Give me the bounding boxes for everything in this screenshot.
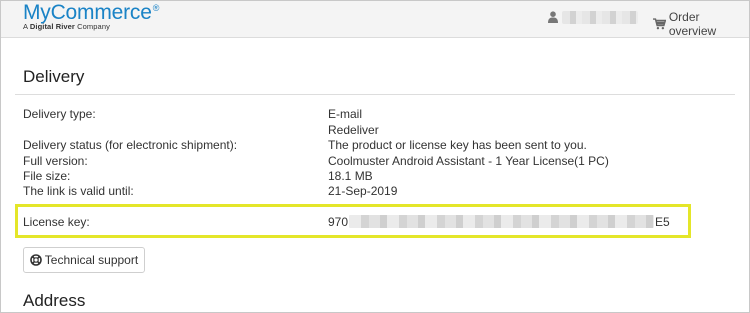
link-valid-label: The link is valid until:	[23, 184, 134, 198]
delivery-type-value: E-mail	[328, 107, 363, 121]
technical-support-label: Technical support	[44, 253, 139, 267]
license-key-suffix: E5	[655, 215, 670, 229]
user-name-redacted: redacted	[562, 10, 638, 24]
license-key-prefix: 970	[328, 215, 349, 229]
top-header: MyCommerce® A Digital River Company reda…	[1, 1, 749, 38]
logo-registered-mark: ®	[152, 3, 160, 13]
file-size-row: File size: 18.1 MB	[23, 169, 723, 184]
user-icon	[548, 11, 558, 23]
delivery-type-label: Delivery type:	[23, 107, 96, 121]
full-version-label: Full version:	[23, 154, 88, 168]
logo-text: MyCommerce	[23, 1, 152, 24]
logo-subtitle-suffix: Company	[77, 22, 110, 31]
delivery-status-value: The product or license key has been sent…	[328, 138, 587, 152]
user-account[interactable]: redacted	[548, 10, 638, 24]
link-valid-value: 21-Sep-2019	[328, 184, 398, 198]
license-key-label: License key:	[23, 215, 90, 229]
address-heading: Address	[23, 291, 86, 310]
file-size-label: File size:	[23, 169, 71, 183]
logo-subtitle-brand: Digital River	[29, 22, 75, 31]
mycommerce-logo[interactable]: MyCommerce®	[23, 1, 160, 24]
delivery-status-row: Delivery status (for electronic shipment…	[23, 138, 723, 153]
page-frame: MyCommerce® A Digital River Company reda…	[0, 0, 750, 313]
redeliver-row: Redeliver	[23, 123, 723, 138]
license-key-redacted	[349, 215, 655, 228]
shopping-cart-icon	[653, 18, 666, 30]
delivery-status-label: Delivery status (for electronic shipment…	[23, 138, 238, 152]
delivery-divider	[15, 94, 735, 95]
technical-support-button[interactable]: Technical support	[23, 247, 145, 273]
order-overview-label: Order overview	[668, 10, 717, 38]
logo-subtitle: A Digital River Company	[23, 22, 110, 31]
license-key-value[interactable]: 970 E5	[328, 215, 670, 230]
full-version-link[interactable]: Coolmuster Android Assistant - 1 Year Li…	[328, 154, 609, 169]
delivery-type-row: Delivery type: E-mail	[23, 107, 723, 122]
lifebuoy-icon	[29, 254, 42, 266]
redeliver-link[interactable]: Redeliver	[328, 123, 379, 138]
full-version-row: Full version: Coolmuster Android Assista…	[23, 154, 723, 169]
delivery-heading: Delivery	[23, 67, 85, 86]
logo-subtitle-prefix: A	[23, 22, 28, 31]
link-valid-row: The link is valid until: 21-Sep-2019	[23, 184, 723, 199]
license-key-row: License key: 970 E5	[23, 215, 723, 230]
order-overview-link[interactable]: Order overview	[653, 10, 749, 38]
file-size-value: 18.1 MB	[328, 169, 373, 183]
